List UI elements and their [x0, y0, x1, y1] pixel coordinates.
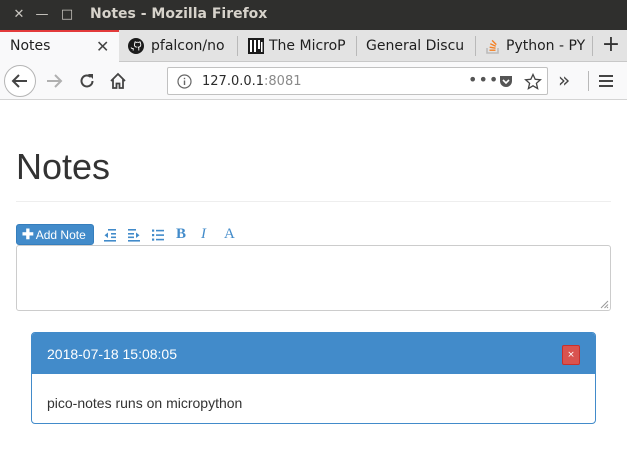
forward-arrow-icon[interactable] — [44, 71, 64, 91]
window-maximize-button[interactable]: □ — [58, 6, 76, 24]
toolbar-separator — [588, 71, 589, 91]
note-content: pico-notes runs on micropython — [47, 395, 243, 411]
window-title: Notes - Mozilla Firefox — [90, 6, 268, 22]
url-bar[interactable]: 127.0.0.1:8081 ••• — [167, 67, 548, 95]
page-content: Notes ✚ Add Note B I A 2018-07-18 15:08:0… — [0, 101, 627, 460]
window-minimize-button[interactable]: — — [33, 6, 51, 24]
indent-icon[interactable] — [127, 228, 141, 242]
tab-notes[interactable]: Notes ✕ — [0, 30, 119, 63]
tab-strip: Notes ✕ pfalcon/no The MicroP General Di… — [0, 30, 627, 63]
new-tab-icon[interactable]: + — [596, 32, 626, 60]
window-close-button[interactable]: ✕ — [10, 6, 28, 24]
heading-divider — [16, 201, 611, 202]
bookmark-star-icon[interactable] — [524, 73, 542, 91]
list-icon[interactable] — [151, 228, 165, 242]
home-icon[interactable] — [108, 71, 128, 91]
tab-pfalcon[interactable]: pfalcon/no — [120, 30, 236, 62]
tab-label: The MicroP — [269, 38, 346, 54]
reload-icon[interactable] — [77, 71, 97, 91]
font-icon[interactable]: A — [224, 225, 235, 243]
url-text[interactable]: 127.0.0.1:8081 — [202, 74, 302, 89]
stackoverflow-icon — [486, 39, 499, 54]
note-card: 2018-07-18 15:08:05 × pico-notes runs on… — [31, 332, 596, 424]
bold-icon[interactable]: B — [176, 225, 186, 243]
add-note-label: Add Note — [35, 228, 86, 242]
resize-grip-icon[interactable] — [600, 300, 609, 309]
tab-micropython[interactable]: The MicroP — [238, 30, 355, 62]
back-button[interactable] — [4, 65, 36, 97]
navigation-bar: 127.0.0.1:8081 ••• » — [0, 62, 627, 100]
outdent-icon[interactable] — [103, 228, 117, 242]
page-actions-icon[interactable]: ••• — [468, 70, 499, 89]
page-title: Notes — [16, 146, 111, 187]
micropython-icon — [248, 38, 264, 54]
tab-label: General Discu — [366, 38, 465, 54]
note-timestamp: 2018-07-18 15:08:05 — [47, 346, 177, 362]
back-arrow-icon — [11, 74, 27, 88]
window-titlebar: ✕ — □ Notes - Mozilla Firefox — [0, 0, 627, 30]
italic-icon[interactable]: I — [201, 225, 206, 243]
tab-close-icon[interactable]: ✕ — [96, 37, 109, 56]
tab-label: Notes — [10, 38, 51, 54]
note-editor-textarea[interactable] — [16, 245, 611, 311]
add-note-button[interactable]: ✚ Add Note — [16, 224, 94, 245]
tab-label: pfalcon/no — [151, 38, 225, 54]
delete-note-button[interactable]: × — [562, 345, 580, 365]
note-card-header: 2018-07-18 15:08:05 × — [32, 333, 595, 374]
plus-icon: ✚ — [22, 226, 34, 242]
hamburger-menu-icon[interactable] — [598, 73, 614, 89]
info-icon[interactable] — [177, 74, 192, 89]
tab-separator — [592, 36, 593, 56]
pocket-icon[interactable] — [498, 74, 514, 90]
overflow-chevron-icon[interactable]: » — [558, 68, 570, 92]
tab-label: Python - PY — [506, 38, 586, 54]
tab-python[interactable]: Python - PY — [476, 30, 591, 62]
tab-general-discussion[interactable]: General Discu — [357, 30, 474, 62]
github-icon — [128, 38, 144, 54]
